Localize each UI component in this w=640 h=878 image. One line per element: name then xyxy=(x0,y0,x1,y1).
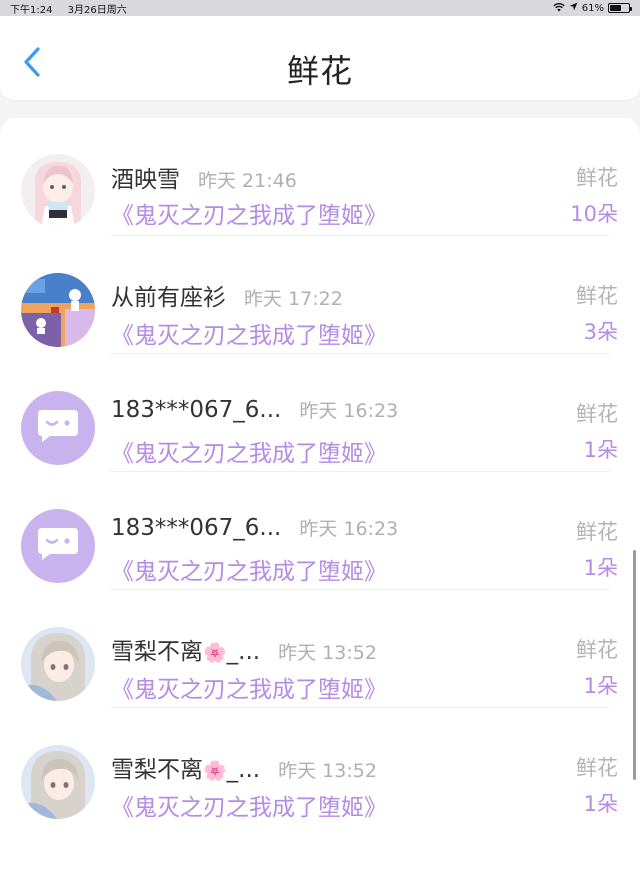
book-title[interactable]: 《鬼灭之刃之我成了堕姬》 xyxy=(111,788,387,822)
user-avatar[interactable] xyxy=(21,509,95,583)
list-item[interactable]: 183***067_6... 昨天 16:23 《鬼灭之刃之我成了堕姬》 鲜花 1… xyxy=(0,354,640,472)
username: 酒映雪 昨天 21:46 xyxy=(111,160,297,194)
book-title[interactable]: 《鬼灭之刃之我成了堕姬》 xyxy=(111,670,387,704)
username-text: 雪梨不离 xyxy=(111,639,203,665)
gift-type: 鲜花 xyxy=(576,638,618,662)
timestamp: 昨天 21:46 xyxy=(198,170,297,192)
user-avatar[interactable] xyxy=(21,391,95,465)
timestamp: 昨天 13:52 xyxy=(278,642,377,664)
list-item[interactable]: 183***067_6... 昨天 16:23 《鬼灭之刃之我成了堕姬》 鲜花 1… xyxy=(0,472,640,590)
gift-type: 鲜花 xyxy=(576,166,618,190)
status-time: 下午1:24 xyxy=(10,4,53,16)
user-avatar[interactable] xyxy=(21,627,95,701)
gift-type: 鲜花 xyxy=(576,520,618,544)
gift-type: 鲜花 xyxy=(576,284,618,308)
scrollbar[interactable] xyxy=(633,550,636,780)
chat-bubble-icon xyxy=(36,408,80,448)
username: 雪梨不离🌸_... 昨天 13:52 xyxy=(111,750,377,784)
book-title[interactable]: 《鬼灭之刃之我成了堕姬》 xyxy=(111,434,387,468)
user-avatar[interactable] xyxy=(21,745,95,819)
gift-count: 3朵 xyxy=(583,320,618,344)
username: 183***067_6... 昨天 16:23 xyxy=(111,396,398,423)
status-bar: 下午1:24 3月26日周六 61% xyxy=(0,0,640,16)
timestamp: 昨天 13:52 xyxy=(278,760,377,782)
user-avatar[interactable] xyxy=(21,154,95,228)
timestamp: 昨天 17:22 xyxy=(244,288,343,310)
battery-percent: 61% xyxy=(581,2,604,14)
username-text: 183***067_6... xyxy=(111,515,282,541)
username: 183***067_6... 昨天 16:23 xyxy=(111,514,398,541)
list-item[interactable]: 从前有座衫 昨天 17:22 《鬼灭之刃之我成了堕姬》 鲜花 3朵 xyxy=(0,236,640,354)
timestamp: 昨天 16:23 xyxy=(299,518,399,540)
status-right: 61% xyxy=(553,2,632,15)
gift-count: 1朵 xyxy=(583,674,618,698)
list-item[interactable]: 酒映雪 昨天 21:46 《鬼灭之刃之我成了堕姬》 鲜花 10朵 xyxy=(0,118,640,236)
username-suffix: _... xyxy=(226,757,261,783)
battery-level xyxy=(610,5,621,11)
battery-icon xyxy=(608,3,632,13)
gift-count: 1朵 xyxy=(583,438,618,462)
username-text: 从前有座衫 xyxy=(111,285,226,311)
book-title[interactable]: 《鬼灭之刃之我成了堕姬》 xyxy=(111,196,387,230)
wifi-icon xyxy=(553,2,565,15)
status-left: 下午1:24 3月26日周六 xyxy=(10,1,139,16)
flower-gift-list: 酒映雪 昨天 21:46 《鬼灭之刃之我成了堕姬》 鲜花 10朵 从前有座衫 昨天 … xyxy=(0,118,640,878)
user-avatar[interactable] xyxy=(21,273,95,347)
username-text: 雪梨不离 xyxy=(111,757,203,783)
gift-type: 鲜花 xyxy=(576,756,618,780)
list-item[interactable]: 雪梨不离🌸_... 昨天 13:52 《鬼灭之刃之我成了堕姬》 鲜花 1朵 xyxy=(0,708,640,826)
nav-header: 鲜花 xyxy=(0,16,640,100)
username-text: 183***067_6... xyxy=(111,397,282,423)
list-item[interactable]: 雪梨不离🌸_... 昨天 13:52 《鬼灭之刃之我成了堕姬》 鲜花 1朵 xyxy=(0,590,640,708)
book-title[interactable]: 《鬼灭之刃之我成了堕姬》 xyxy=(111,316,387,350)
gift-count: 1朵 xyxy=(583,792,618,816)
gift-count: 10朵 xyxy=(570,202,618,226)
username-text: 酒映雪 xyxy=(111,167,180,193)
timestamp: 昨天 16:23 xyxy=(299,400,399,422)
gift-count: 1朵 xyxy=(583,556,618,580)
chat-bubble-icon xyxy=(36,526,80,566)
page-title: 鲜花 xyxy=(286,52,353,90)
book-title[interactable]: 《鬼灭之刃之我成了堕姬》 xyxy=(111,552,387,586)
username-suffix: _... xyxy=(226,639,261,665)
cherry-blossom-icon: 🌸 xyxy=(203,760,227,782)
username: 从前有座衫 昨天 17:22 xyxy=(111,278,343,312)
username: 雪梨不离🌸_... 昨天 13:52 xyxy=(111,632,377,666)
cherry-blossom-icon: 🌸 xyxy=(203,642,227,664)
gift-type: 鲜花 xyxy=(576,402,618,426)
location-icon xyxy=(569,2,578,14)
status-date: 3月26日周六 xyxy=(67,4,127,16)
